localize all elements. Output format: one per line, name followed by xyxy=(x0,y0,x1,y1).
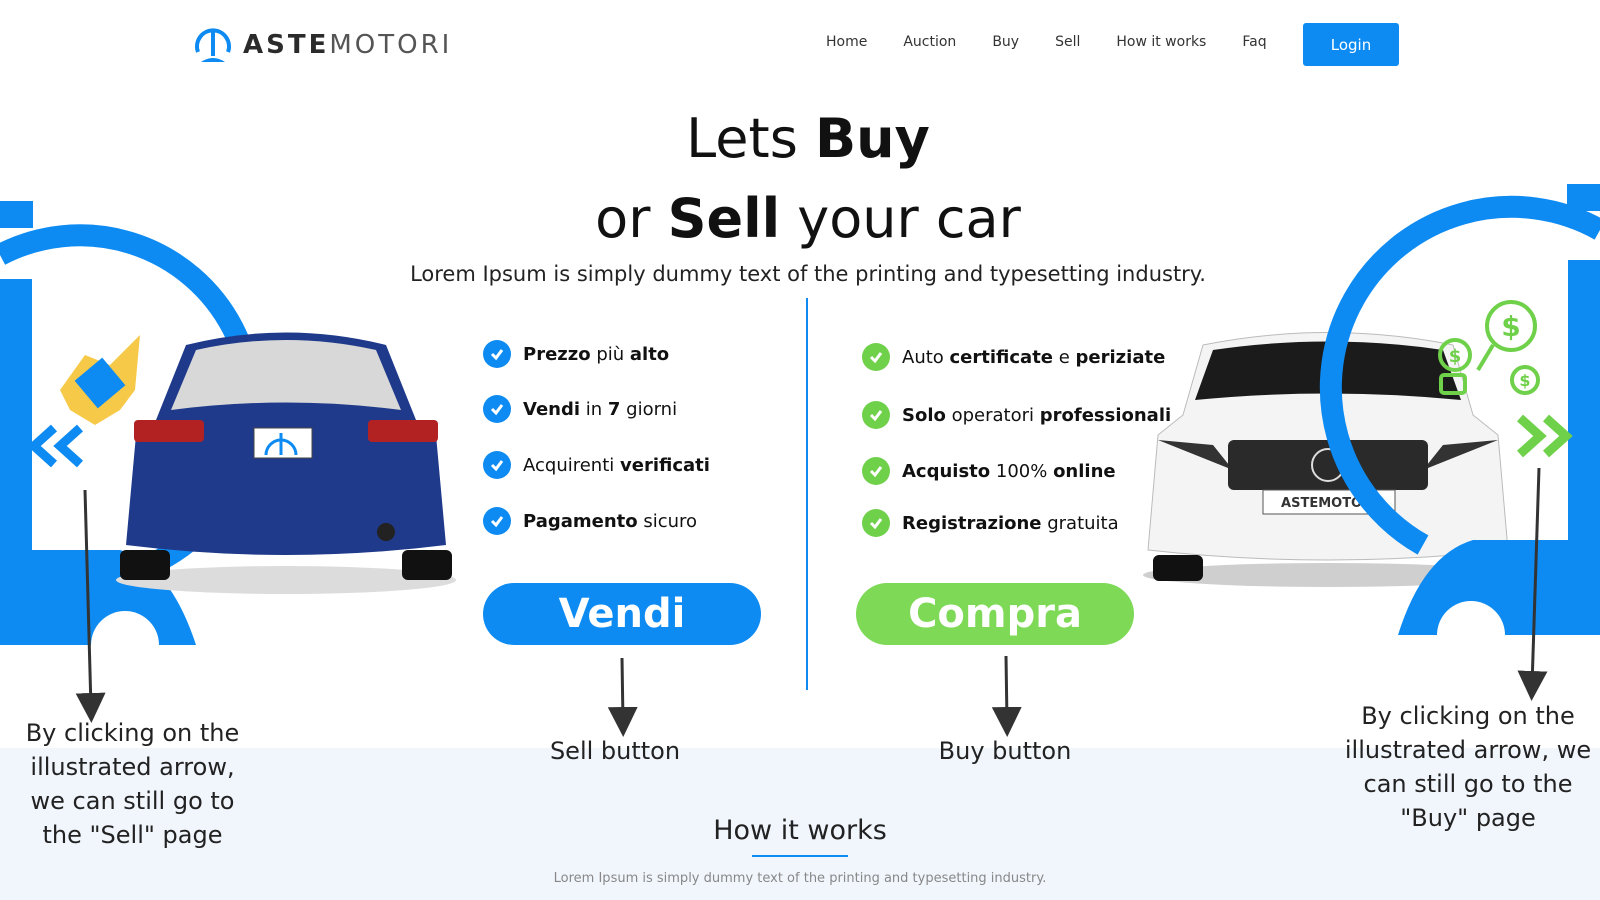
buy-button-annotation: Buy button xyxy=(938,737,1072,765)
right-arrow-annotation: By clicking on the illustrated arrow, we… xyxy=(1344,702,1592,832)
sell-button-annotation: Sell button xyxy=(549,737,681,765)
left-arrow-annotation: By clicking on the illustrated arrow, we… xyxy=(25,719,240,849)
